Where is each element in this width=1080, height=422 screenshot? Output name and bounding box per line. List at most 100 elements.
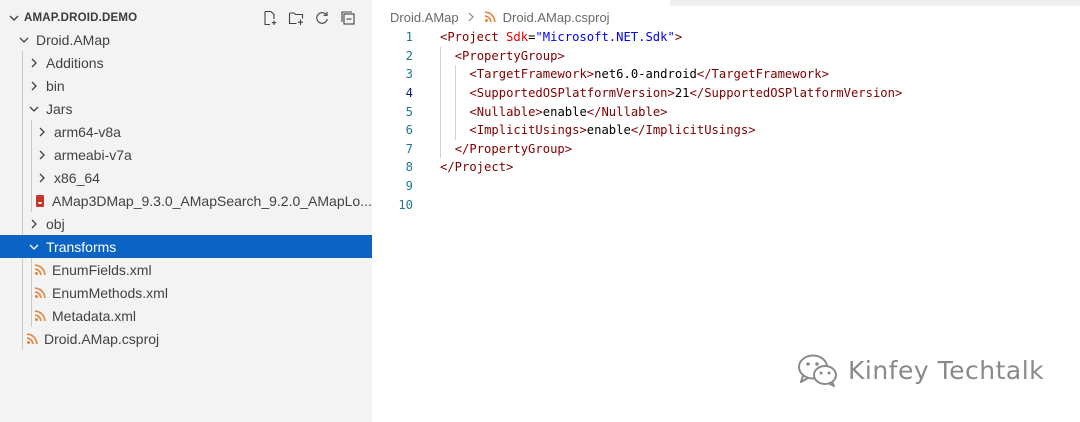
- new-file-button[interactable]: [260, 8, 280, 28]
- code-text: <TargetFramework>net6.0-android</TargetF…: [469, 67, 829, 81]
- tree-item-droid-amap[interactable]: Droid.AMap: [0, 28, 372, 51]
- indent-guide: [31, 120, 32, 143]
- breadcrumb-file[interactable]: Droid.AMap.csproj: [503, 10, 610, 25]
- tree-item-label: obj: [46, 215, 65, 232]
- tree-item-x86-64[interactable]: x86_64: [0, 166, 372, 189]
- indent-guide: [454, 120, 456, 140]
- indent-guide: [22, 212, 23, 235]
- code-line[interactable]: 10: [372, 195, 1080, 214]
- line-number: 6: [405, 123, 413, 138]
- code-line[interactable]: 2 <PropertyGroup>: [372, 46, 1080, 66]
- new-folder-button[interactable]: [286, 8, 306, 28]
- indent-guide: [22, 258, 23, 281]
- tree-item-metadata-xml[interactable]: Metadata.xml: [0, 304, 372, 327]
- tree-item-enummethods-xml[interactable]: EnumMethods.xml: [0, 281, 372, 304]
- indent-guide: [31, 166, 32, 189]
- line-number: 8: [405, 160, 413, 175]
- tree-item-transforms[interactable]: Transforms: [0, 235, 372, 258]
- wechat-logo-icon: [798, 354, 837, 387]
- indent-guide: [22, 51, 23, 74]
- code-line[interactable]: 8 </Project>: [372, 158, 1080, 177]
- code-token-tag: </TargetFramework>: [696, 67, 829, 82]
- code-line[interactable]: 1 <Project Sdk="Microsoft.NET.Sdk">: [372, 28, 1080, 47]
- indent-guide: [31, 143, 32, 166]
- jar-file-icon: [32, 193, 48, 209]
- code-token-tag: <Nullable>: [469, 104, 543, 119]
- tree-item-label: Droid.AMap.csproj: [44, 330, 160, 347]
- tree-item-label: Droid.AMap: [36, 31, 110, 48]
- indent-guide: [22, 97, 23, 120]
- chevron-down-icon: [26, 239, 42, 255]
- code-line[interactable]: 5 <Nullable>enable</Nullable>: [372, 102, 1080, 121]
- tree-item-armeabi-v7a[interactable]: armeabi-v7a: [0, 143, 372, 166]
- tree-item-additions[interactable]: Additions: [0, 51, 372, 74]
- indent-guide: [22, 327, 23, 350]
- code-text: <ImplicitUsings>enable</ImplicitUsings>: [469, 123, 755, 137]
- tree-item-enumfields-xml[interactable]: EnumFields.xml: [0, 258, 372, 281]
- tree-item-obj[interactable]: obj: [0, 212, 372, 235]
- indent-guide: [22, 189, 23, 212]
- chevron-down-icon: [6, 10, 22, 26]
- tree-item-droid-amap-csproj[interactable]: Droid.AMap.csproj: [0, 327, 372, 350]
- line-number: 10: [398, 197, 413, 212]
- code-area[interactable]: 1 <Project Sdk="Microsoft.NET.Sdk"> 2 <Prop…: [372, 28, 1080, 214]
- code-text: <Project Sdk="Microsoft.NET.Sdk">: [440, 30, 682, 44]
- refresh-button[interactable]: [312, 8, 332, 28]
- indent-guide: [31, 304, 32, 327]
- chevron-down-icon: [26, 101, 42, 117]
- code-token-tag: >: [674, 30, 683, 45]
- indent-guide: [440, 120, 441, 140]
- collapse-all-icon: [341, 11, 355, 25]
- explorer-section-title: AMAP.DROID.DEMO: [24, 12, 138, 24]
- tree-item-jars[interactable]: Jars: [0, 97, 372, 120]
- code-line[interactable]: 4 <SupportedOSPlatformVersion>21</Support…: [372, 83, 1080, 103]
- tree-item-label: armeabi-v7a: [54, 146, 132, 163]
- line-number: 3: [405, 67, 413, 82]
- collapse-all-button[interactable]: [338, 8, 358, 28]
- indent-guide: [454, 65, 456, 84]
- chevron-right-icon: [26, 78, 42, 94]
- indent-guide: [22, 74, 23, 97]
- tree-item-label: Transforms: [46, 238, 117, 255]
- line-number: 9: [405, 179, 413, 194]
- line-number: 7: [405, 141, 413, 156]
- indent-guide: [440, 65, 441, 84]
- tree-item-arm64-v8a[interactable]: arm64-v8a: [0, 120, 372, 143]
- code-token-txt: 21: [674, 86, 690, 101]
- tree-item-bin[interactable]: bin: [0, 74, 372, 97]
- code-text: <Nullable>enable</Nullable>: [469, 105, 667, 119]
- indent-guide: [440, 102, 441, 121]
- tree-item-label: arm64-v8a: [54, 123, 121, 140]
- line-number: 5: [405, 104, 413, 119]
- code-token-txt: net6.0-android: [594, 67, 697, 82]
- explorer-actions: [260, 8, 358, 28]
- tree-item-label: bin: [46, 77, 65, 94]
- indent-guide: [22, 143, 23, 166]
- indent-guide: [440, 46, 441, 66]
- rss-xml-icon: [32, 285, 48, 301]
- file-tree: Droid.AMap Additions bin Jars arm64-v8a: [0, 28, 372, 350]
- indent-guide: [22, 281, 23, 304]
- code-line[interactable]: 9: [372, 177, 1080, 196]
- indent-guide: [31, 281, 32, 304]
- tree-item-label: EnumMethods.xml: [52, 284, 168, 301]
- code-line[interactable]: 3 <TargetFramework>net6.0-android</Target…: [372, 65, 1080, 84]
- chevron-right-icon: [26, 55, 42, 71]
- chevron-right-icon: [34, 147, 50, 163]
- indent-guide: [454, 83, 456, 103]
- indent-guide: [22, 120, 23, 143]
- tree-item-label: x86_64: [54, 169, 100, 186]
- code-token-tag: </Project>: [440, 160, 514, 175]
- code-line[interactable]: 6 <ImplicitUsings>enable</ImplicitUsings>: [372, 120, 1080, 140]
- chevron-right-icon: [34, 124, 50, 140]
- code-line[interactable]: 7 </PropertyGroup>: [372, 139, 1080, 159]
- breadcrumb-folder[interactable]: Droid.AMap: [390, 10, 459, 25]
- chevron-down-icon: [16, 32, 32, 48]
- line-number: 1: [405, 30, 413, 45]
- rss-xml-icon: [483, 10, 497, 24]
- horizontal-scrollbar[interactable]: [670, 0, 1080, 6]
- tree-item-label: Additions: [46, 54, 104, 71]
- indent-guide: [454, 102, 456, 121]
- tree-item-label: Metadata.xml: [52, 307, 137, 324]
- tree-item-amap-jar[interactable]: AMap3DMap_9.3.0_AMapSearch_9.2.0_AMapLo.…: [0, 189, 372, 212]
